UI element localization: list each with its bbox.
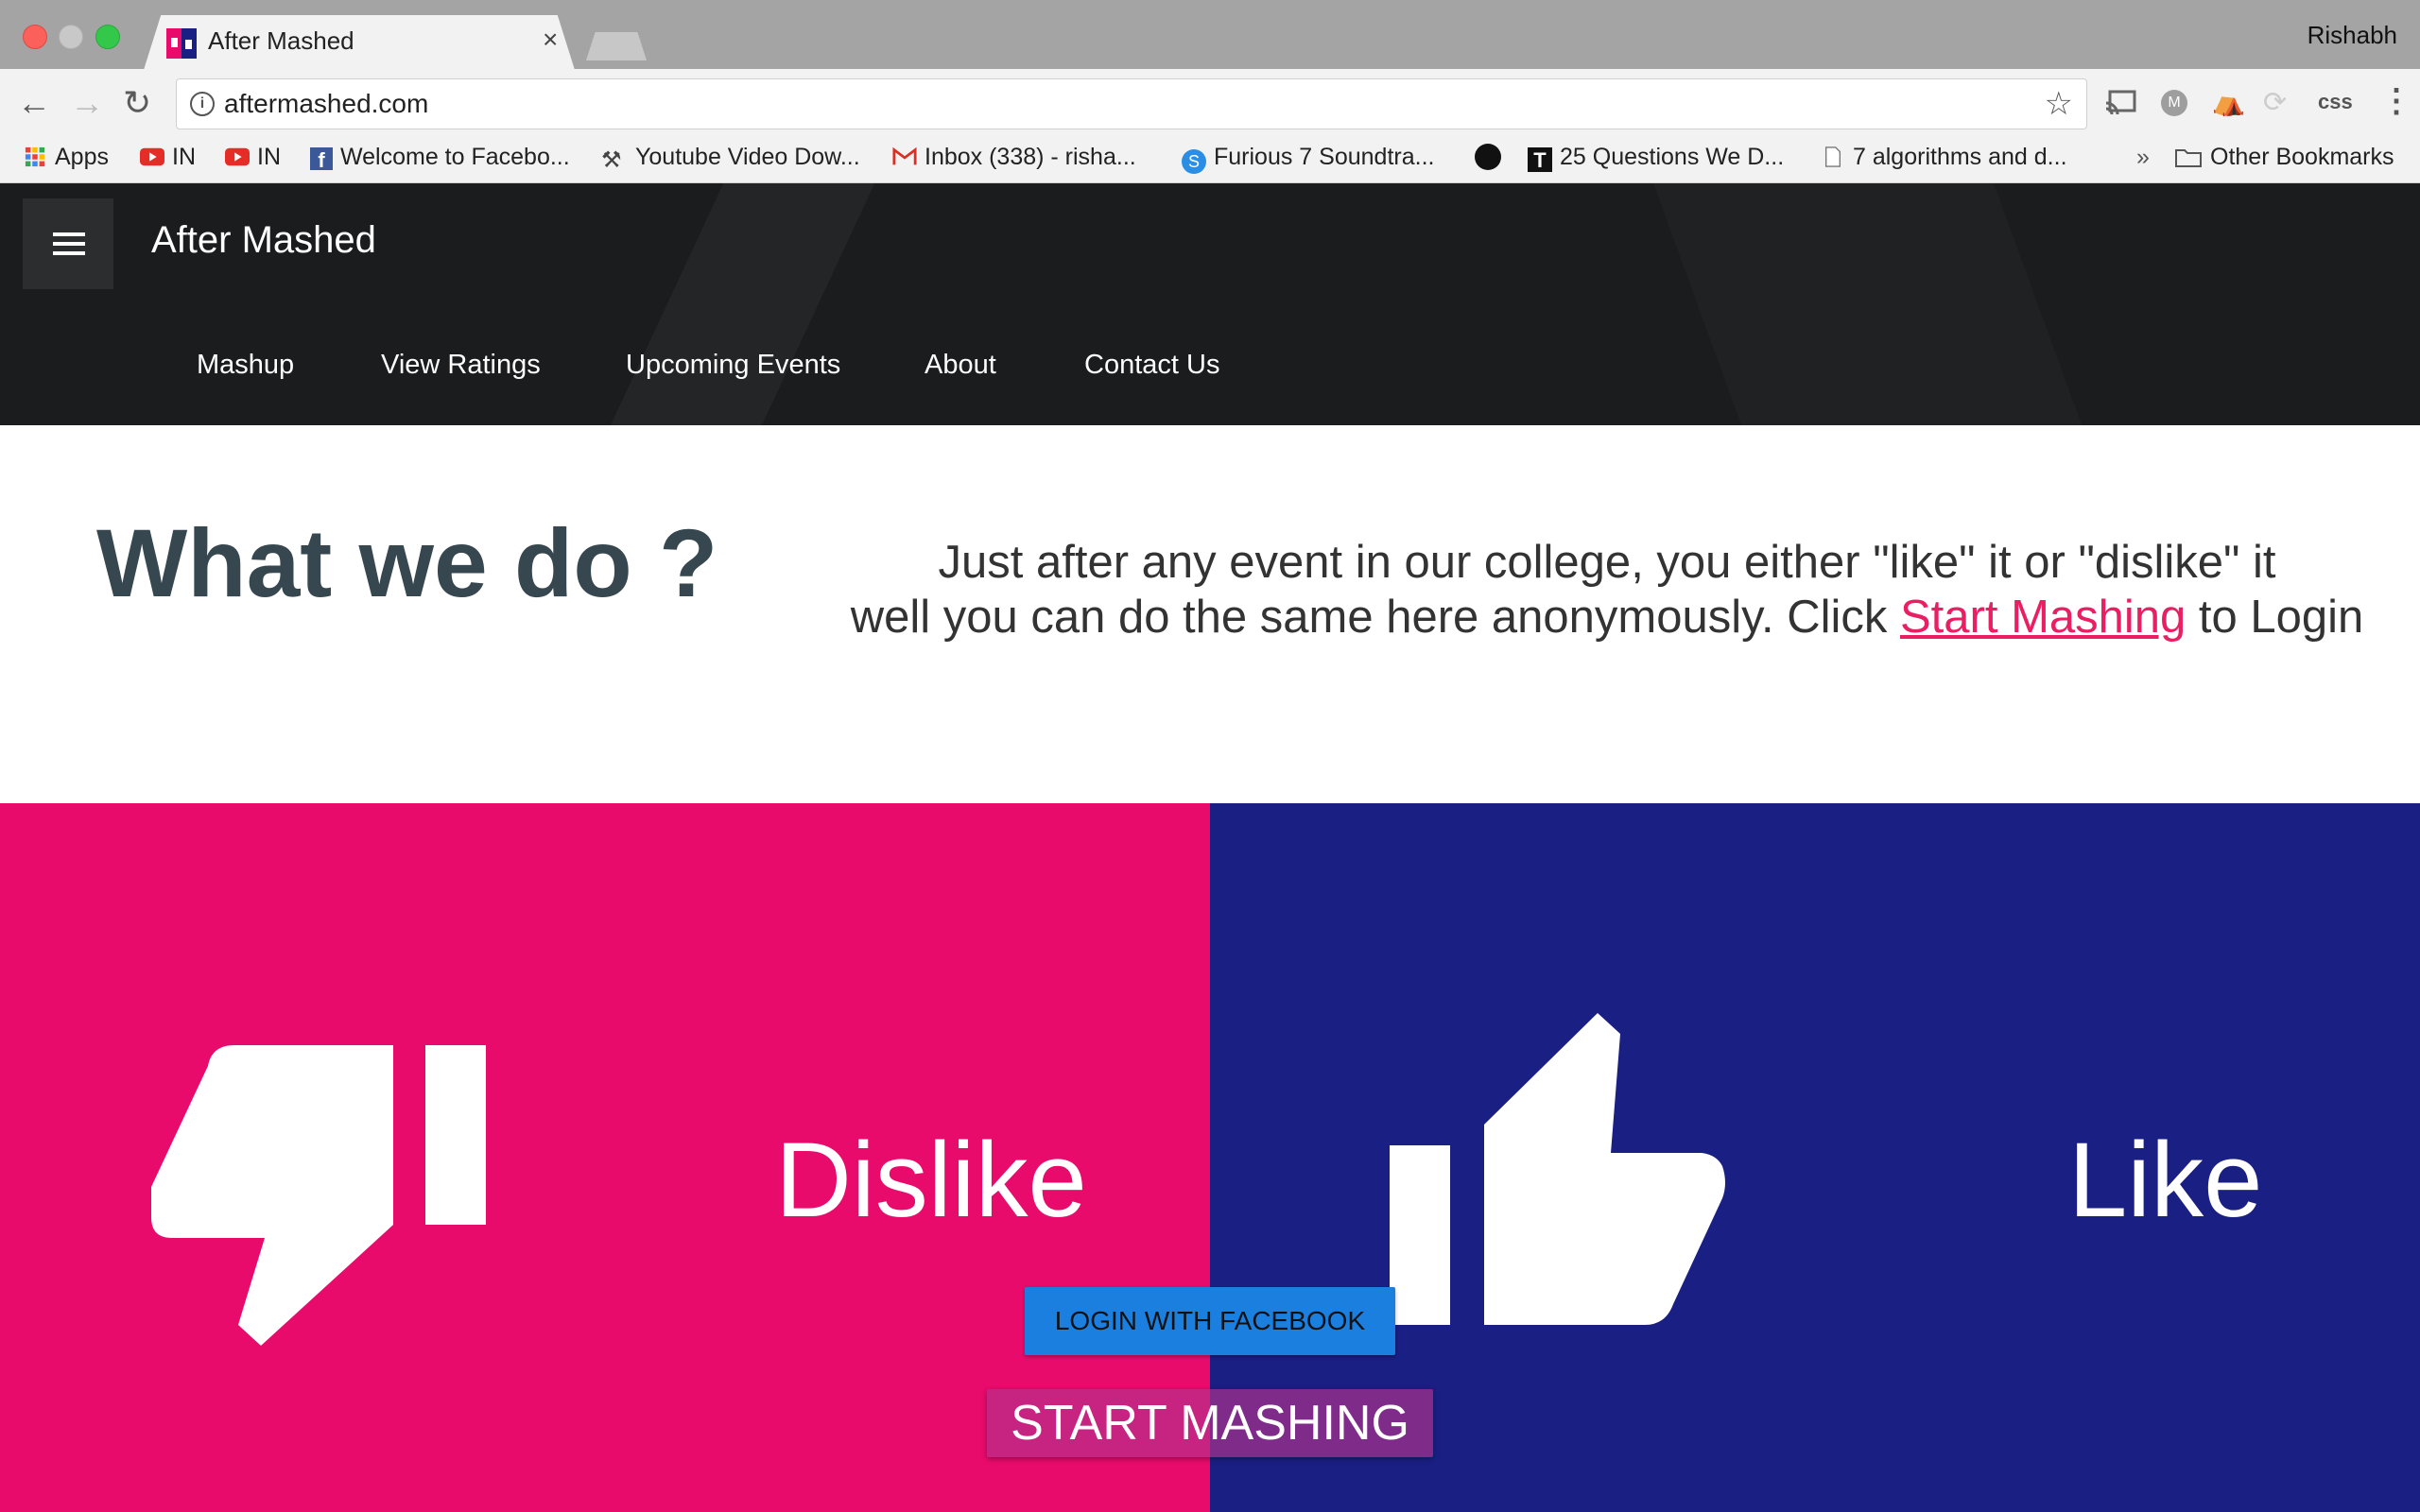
tab-close-icon[interactable]: × xyxy=(543,25,558,55)
bookmarks-bar: Apps IN IN f Welcome to Facebo... ⚒ Youtub… xyxy=(0,137,2420,183)
bookmark-label: Inbox (338) - risha... xyxy=(925,144,1136,170)
bookmark-facebook[interactable]: f Welcome to Facebo... xyxy=(310,144,570,172)
bookmark-label: 25 Questions We D... xyxy=(1560,144,1785,170)
description-text: well you can do the same here anonymousl… xyxy=(850,592,1900,643)
description-line-1: Just after any event in our college, you… xyxy=(938,537,2276,588)
profile-name[interactable]: Rishabh xyxy=(2308,21,2397,50)
site-header: After Mashed Mashup View Ratings Upcomin… xyxy=(0,183,2420,425)
nav-contact-us[interactable]: Contact Us xyxy=(1084,350,1219,381)
folder-icon xyxy=(2175,149,2202,167)
nav-mashup[interactable]: Mashup xyxy=(197,350,294,381)
tab-title: After Mashed xyxy=(208,26,354,55)
cast-icon[interactable] xyxy=(2104,90,2136,116)
bookmark-apps[interactable]: Apps xyxy=(23,144,109,171)
bookmarks-overflow-icon[interactable]: » xyxy=(2136,144,2150,171)
bookmark-youtube-2[interactable]: IN xyxy=(225,144,281,171)
start-mashing-link[interactable]: Start Mashing xyxy=(1900,592,2186,643)
reload-icon[interactable]: ↻ xyxy=(123,86,151,120)
bookmark-furious7[interactable]: S Furious 7 Soundtra... xyxy=(1182,144,1434,174)
bookmark-label: Youtube Video Dow... xyxy=(635,144,860,170)
like-label: Like xyxy=(2068,1121,2263,1239)
youtube-icon xyxy=(225,147,250,166)
dislike-label: Dislike xyxy=(775,1121,1087,1239)
description-text: to Login xyxy=(2186,592,2364,643)
url-text[interactable]: aftermashed.com xyxy=(224,89,428,119)
css-icon[interactable]: css xyxy=(2318,90,2353,114)
bookmark-youtube-1[interactable]: IN xyxy=(140,144,196,171)
description-line-2: well you can do the same here anonymousl… xyxy=(813,590,2401,644)
menu-dots-icon[interactable]: ⋮ xyxy=(2380,82,2412,120)
address-bar[interactable]: i aftermashed.com ☆ xyxy=(176,78,2087,129)
gmail-icon xyxy=(892,146,917,165)
github-icon xyxy=(1475,144,1501,170)
forward-icon[interactable]: → xyxy=(70,86,104,120)
header-decoration xyxy=(582,183,892,425)
bookmark-label: IN xyxy=(257,144,281,170)
pickaxe-icon: ⚒ xyxy=(601,147,622,173)
info-icon[interactable]: i xyxy=(190,92,215,116)
hamburger-menu-icon[interactable] xyxy=(23,198,113,289)
island-icon[interactable]: ⛺ xyxy=(2212,86,2245,117)
nav-upcoming-events[interactable]: Upcoming Events xyxy=(626,350,840,381)
bookmark-star-icon[interactable]: ☆ xyxy=(2045,85,2073,123)
apps-grid-icon xyxy=(25,146,45,167)
what-we-do-heading: What we do ? xyxy=(96,509,718,617)
m-icon[interactable]: M xyxy=(2161,90,2187,116)
header-decoration xyxy=(1639,183,2104,425)
what-we-do-description: Just after any event in our college, you… xyxy=(813,535,2401,644)
youtube-icon xyxy=(140,147,164,166)
shazam-icon: S xyxy=(1182,149,1206,174)
nav-about[interactable]: About xyxy=(925,350,996,381)
nav-view-ratings[interactable]: View Ratings xyxy=(381,350,541,381)
page-icon xyxy=(1824,146,1841,167)
login-with-facebook-button[interactable]: LOGIN WITH FACEBOOK xyxy=(1025,1287,1395,1355)
bookmark-label: IN xyxy=(172,144,196,170)
other-bookmarks[interactable]: Other Bookmarks xyxy=(2174,144,2394,171)
brand-title[interactable]: After Mashed xyxy=(151,219,376,262)
swirl-icon[interactable]: ⟳ xyxy=(2263,86,2287,119)
bookmark-label: Apps xyxy=(55,144,109,170)
other-bookmarks-label: Other Bookmarks xyxy=(2210,144,2394,170)
site-favicon-icon xyxy=(166,28,197,59)
facebook-icon: f xyxy=(310,147,333,172)
new-tab-button[interactable] xyxy=(586,32,647,60)
bookmark-github[interactable] xyxy=(1475,144,1509,174)
start-mashing-button[interactable]: START MASHING xyxy=(987,1389,1433,1457)
bookmark-label: Welcome to Facebo... xyxy=(340,144,570,170)
bookmark-label: 7 algorithms and d... xyxy=(1853,144,2067,170)
t-icon: T xyxy=(1528,147,1552,172)
bookmark-7-algorithms[interactable]: 7 algorithms and d... xyxy=(1821,144,2067,171)
bookmark-gmail[interactable]: Inbox (338) - risha... xyxy=(892,144,1136,171)
thumbs-down-icon xyxy=(151,1045,486,1346)
browser-toolbar: ← → ↻ i aftermashed.com ☆ M ⛺ ⟳ css ⋮ xyxy=(0,69,2420,137)
back-icon[interactable]: ← xyxy=(17,86,51,120)
close-window-button[interactable] xyxy=(23,25,47,49)
bookmark-25-questions[interactable]: T 25 Questions We D... xyxy=(1528,144,1784,172)
thumbs-up-icon xyxy=(1390,1013,1725,1325)
bookmark-label: Furious 7 Soundtra... xyxy=(1214,144,1435,170)
bookmark-youtube-downloader[interactable]: ⚒ Youtube Video Dow... xyxy=(601,144,860,173)
minimize-window-button[interactable] xyxy=(59,25,83,49)
browser-tab-bar: After Mashed × Rishabh xyxy=(0,0,2420,70)
zoom-window-button[interactable] xyxy=(95,25,120,49)
